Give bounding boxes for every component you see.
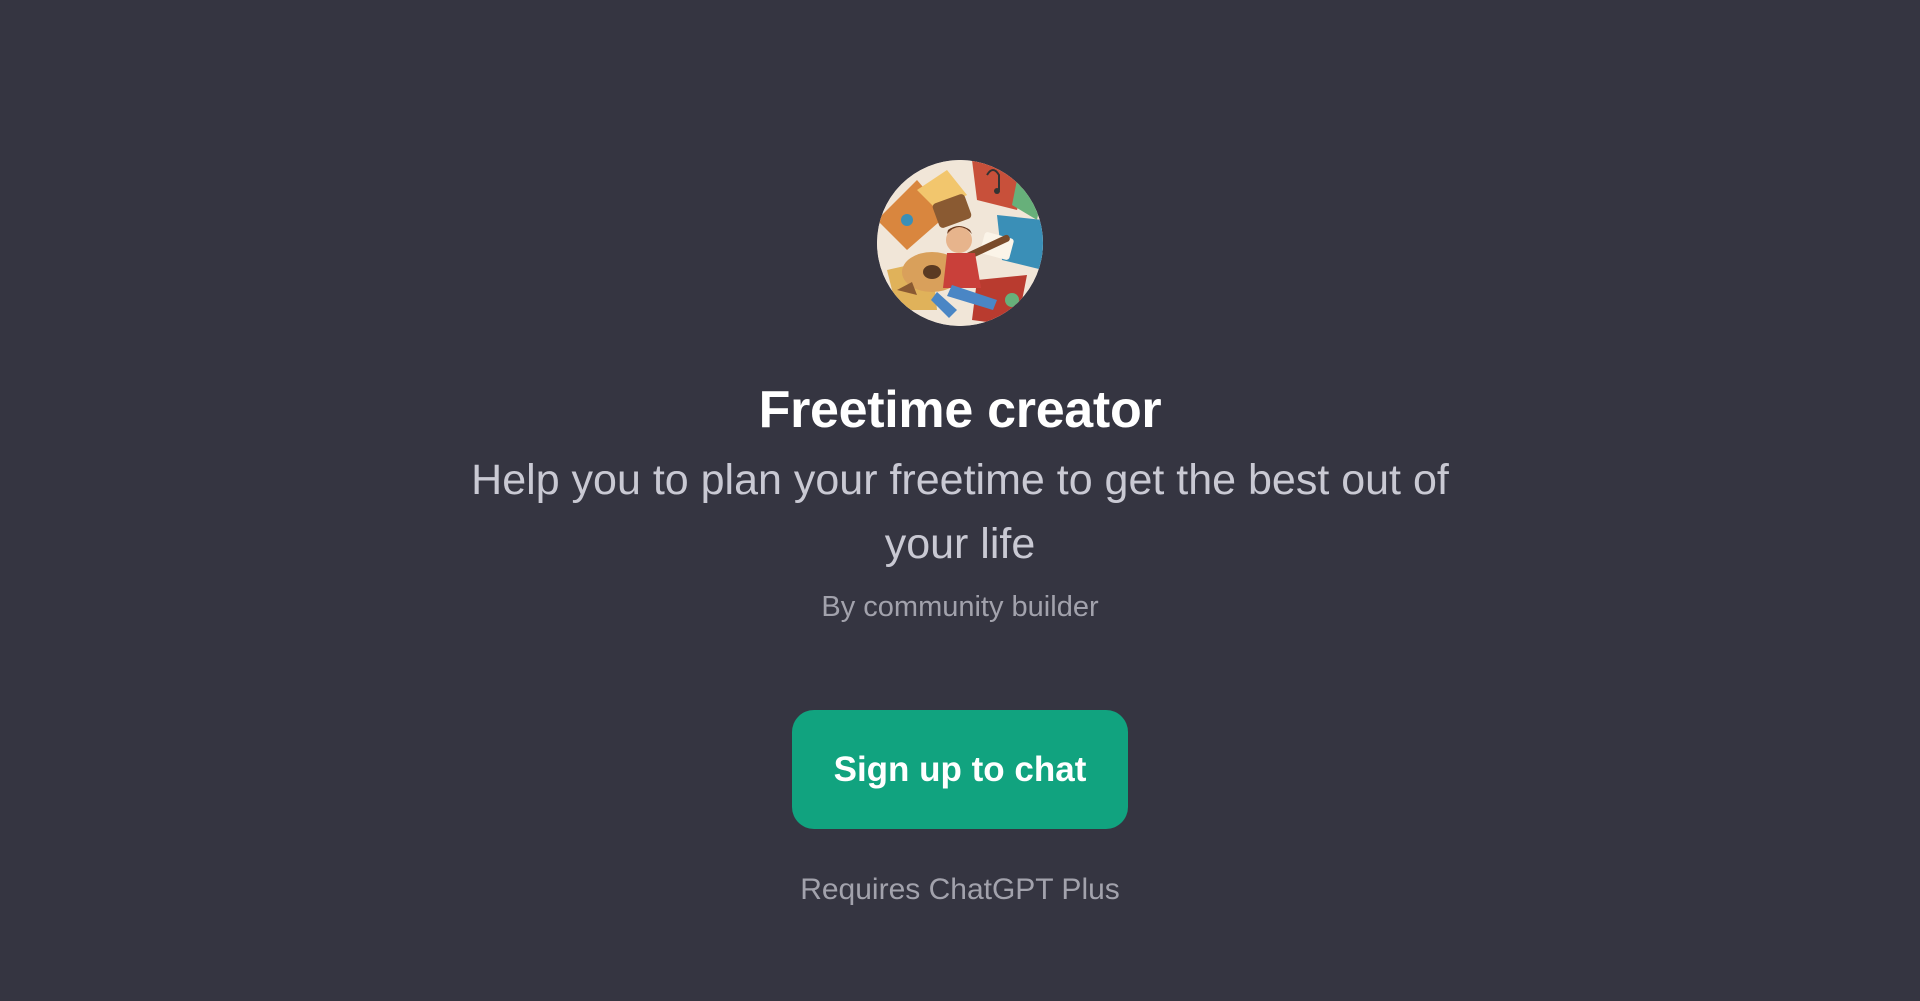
gpt-author: By community builder (821, 591, 1099, 623)
gpt-landing-page: Freetime creator Help you to plan your f… (0, 0, 1920, 1001)
gpt-description: Help you to plan your freetime to get th… (471, 456, 1449, 568)
sign-up-to-chat-button[interactable]: Sign up to chat (792, 710, 1128, 829)
guitar-leisure-illustration-icon (877, 160, 1043, 326)
plus-requirement-note: Requires ChatGPT Plus (800, 873, 1120, 906)
gpt-avatar-image (877, 160, 1043, 326)
gpt-title: Freetime creator (758, 381, 1162, 439)
